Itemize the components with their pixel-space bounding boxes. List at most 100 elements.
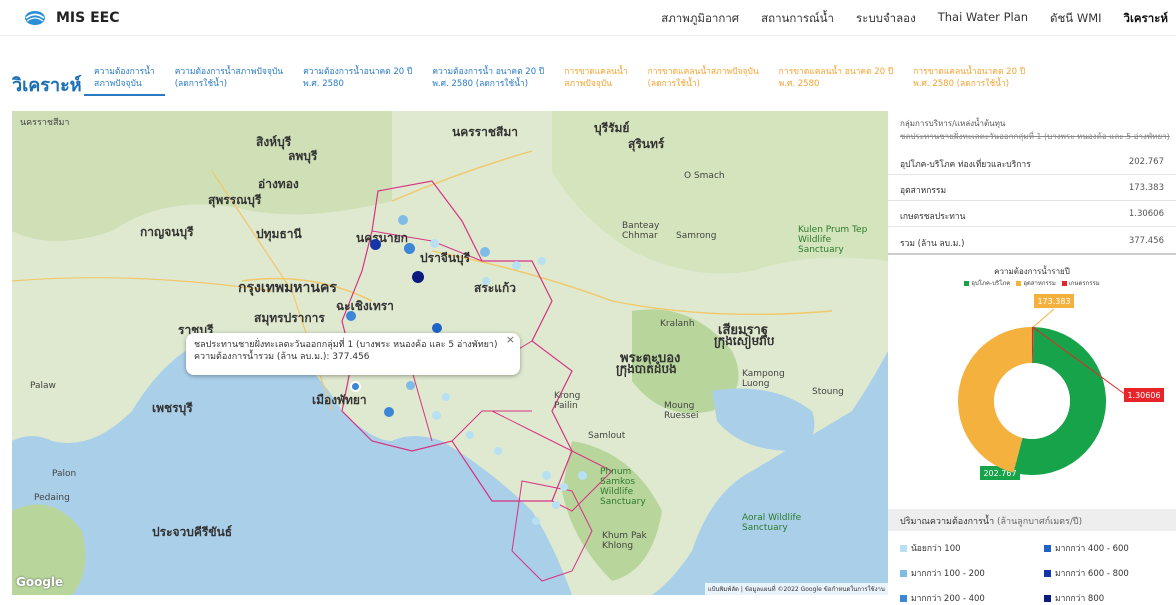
map-point[interactable]: [370, 239, 381, 250]
nav-climate[interactable]: สภาพภูมิอากาศ: [661, 10, 739, 28]
map-info-popup: ชลประทานชายฝั่งทะเลตะวันออกกลุ่มที่ 1 (บ…: [186, 333, 520, 375]
map-label: Samrong: [676, 231, 717, 241]
demand-row: อุตสาหกรรม 173.383: [888, 175, 1176, 201]
legend-range: น้อยกว่า 100: [900, 541, 961, 555]
map-label: เมืองพัทยา: [312, 393, 367, 407]
map-point[interactable]: [560, 483, 568, 491]
top-navbar: MIS EEC สภาพภูมิอากาศ สถานการณ์น้ำ ระบบจ…: [0, 0, 1176, 36]
analysis-tabs: ความต้องการน้ำ สภาพปัจจุบัน ความต้องการน้…: [84, 64, 1035, 96]
donut-hole: [994, 363, 1070, 439]
tab-shortage-current[interactable]: การขาดแคลนน้ำ สภาพปัจจุบัน: [554, 64, 637, 96]
map-point[interactable]: [442, 393, 450, 401]
map-point[interactable]: [406, 381, 415, 390]
legend-range: มากกว่า 400 - 600: [1044, 541, 1129, 555]
tab-demand-future-reduced[interactable]: ความต้องการน้ำ อนาคต 20 ปี พ.ศ. 2580 (ลดก…: [422, 64, 554, 96]
map-label: Kampong Luong: [742, 369, 785, 389]
tab-demand-future[interactable]: ความต้องการน้ำอนาคต 20 ปี พ.ศ. 2580: [293, 64, 422, 96]
map-point[interactable]: [532, 517, 540, 525]
map-point[interactable]: [466, 431, 474, 439]
map-label: ក្រុងសៀមរាប: [714, 334, 775, 348]
brand-name[interactable]: MIS EEC: [56, 10, 120, 26]
map-label: ประจวบคีรีขันธ์: [152, 525, 233, 539]
nav-simulation[interactable]: ระบบจำลอง: [856, 10, 916, 28]
map-attribution[interactable]: แป้นพิมพ์ลัด | ข้อมูลแผนที่ ©2022 Google…: [704, 583, 888, 595]
map-point[interactable]: [384, 407, 394, 417]
map-view[interactable]: นครราชสีมา นครราชสีมา บุรีรัมย์ สุรินทร์…: [12, 111, 888, 595]
map-point[interactable]: [432, 323, 442, 333]
map-point-selected[interactable]: [350, 381, 361, 392]
map-point[interactable]: [578, 471, 587, 480]
map-label: สุรินทร์: [628, 137, 665, 151]
tab-shortage-future-reduced[interactable]: การขาดแคลนน้ำอนาคต 20 ปี พ.ศ. 2580 (ลดการ…: [903, 64, 1035, 96]
map-point[interactable]: [412, 271, 424, 283]
group-header: กลุ่มการบริหาร/แหล่งน้ำต้นทุน: [900, 119, 1006, 128]
map-label: ปราจีนบุรี: [420, 251, 471, 265]
popup-title: ชลประทานชายฝั่งทะเลตะวันออกกลุ่มที่ 1 (บ…: [194, 340, 498, 350]
map-point[interactable]: [482, 277, 490, 285]
tab-shortage-future[interactable]: การขาดแคลนน้ำ อนาคต 20 ปี พ.ศ. 2580: [769, 64, 904, 96]
demand-total-row: รวม (ล้าน ลบ.ม.) 377.456: [888, 227, 1176, 255]
legend-range: มากกว่า 800: [1044, 591, 1104, 605]
map-point[interactable]: [494, 447, 502, 455]
info-panel: กลุ่มการบริหาร/แหล่งน้ำต้นทุน ชลประทานชา…: [888, 111, 1176, 605]
map-point[interactable]: [512, 261, 521, 270]
map-label: Khum Pak Khlong: [602, 531, 647, 551]
map-label: นครราชสีมา: [452, 125, 518, 139]
data-label: 173.383: [1034, 294, 1074, 308]
map-label: Moung Ruessei: [664, 401, 699, 421]
nav-water-situation[interactable]: สถานการณ์น้ำ: [761, 10, 834, 28]
demand-row: เกษตรชลประทาน 1.30606: [888, 201, 1176, 227]
map-point[interactable]: [432, 411, 441, 420]
map-label: อ่างทอง: [258, 177, 299, 191]
map-point[interactable]: [398, 215, 408, 225]
close-icon[interactable]: ×: [506, 334, 515, 346]
legend-range: มากกว่า 100 - 200: [900, 566, 985, 580]
tab-demand-current[interactable]: ความต้องการน้ำ สภาพปัจจุบัน: [84, 64, 165, 96]
tab-shortage-current-reduced[interactable]: การขาดแคลนน้ำสภาพปัจจุบัน (ลดการใช้น้ำ): [638, 64, 769, 96]
map-label: สุพรรณบุรี: [208, 193, 262, 207]
logo-icon: [25, 11, 45, 25]
map-label: ฉะเชิงเทรา: [336, 299, 394, 313]
map-label: สิงห์บุรี: [256, 135, 292, 149]
main-nav: สภาพภูมิอากาศ สถานการณ์น้ำ ระบบจำลอง Tha…: [661, 10, 1168, 28]
map-label: Kralanh: [660, 319, 695, 329]
map-point[interactable]: [346, 311, 356, 321]
tab-demand-current-reduced[interactable]: ความต้องการน้ำสภาพปัจจุบัน (ลดการใช้น้ำ): [165, 64, 293, 96]
legend-header: ปริมาณความต้องการน้ำ (ล้านลูกบาศก์เมตร/ป…: [888, 509, 1176, 531]
nav-thai-water-plan[interactable]: Thai Water Plan: [938, 10, 1028, 28]
map-label: Palon: [52, 469, 77, 479]
map-label: Krong Pailin: [554, 391, 581, 411]
legend-range: มากกว่า 200 - 400: [900, 591, 985, 605]
legend-range: มากกว่า 600 - 800: [1044, 566, 1129, 580]
nav-wmi[interactable]: ดัชนี WMI: [1050, 10, 1101, 28]
map-point[interactable]: [480, 247, 490, 257]
map-label: Kulen Prum Tep Wildlife Sanctuary: [798, 225, 868, 255]
nav-analysis[interactable]: วิเคราะห์: [1124, 10, 1168, 28]
map-label: สมุทรปราการ: [254, 311, 325, 325]
map-point[interactable]: [404, 243, 415, 254]
map-label: สระแก้ว: [474, 281, 516, 295]
map-label: Stoung: [812, 387, 844, 397]
google-logo[interactable]: Google: [16, 575, 63, 589]
map-point[interactable]: [538, 257, 546, 265]
map-label: Samlout: [588, 431, 626, 441]
map-label: นครนายก: [356, 231, 408, 245]
data-label-text: 1.30606: [1127, 391, 1160, 400]
chart-legend: อุปโภค-บริโภค อุตสาหกรรม เกษตรกรรม: [888, 278, 1176, 288]
chart-title: ความต้องการน้ำรายปี: [994, 267, 1070, 276]
map-point[interactable]: [430, 239, 439, 248]
data-label: 1.30606: [1124, 388, 1164, 402]
map-point[interactable]: [552, 501, 560, 509]
map-label: กาญจนบุรี: [140, 225, 194, 239]
map-label: Phnum Samkos Wildlife Sanctuary: [600, 467, 646, 507]
group-name: ชลประทานชายฝั่งทะเลตะวันออกกลุ่มที่ 1 (บ…: [900, 132, 1170, 141]
map-label: Palaw: [30, 381, 56, 391]
map-label: บุรีรัมย์: [594, 121, 630, 135]
map-label: Pedaing: [34, 493, 70, 503]
popup-value: ความต้องการน้ำรวม (ล้าน ลบ.ม.): 377.456: [194, 352, 370, 362]
map-label: ក្រុងបាត់ដំបង: [616, 362, 677, 376]
map-label: เพชรบุรี: [152, 401, 193, 415]
map-label: กรุงเทพมหานคร: [238, 280, 337, 296]
map-point[interactable]: [542, 471, 551, 480]
legend-item: อุปโภค-บริโภค: [964, 278, 1010, 288]
